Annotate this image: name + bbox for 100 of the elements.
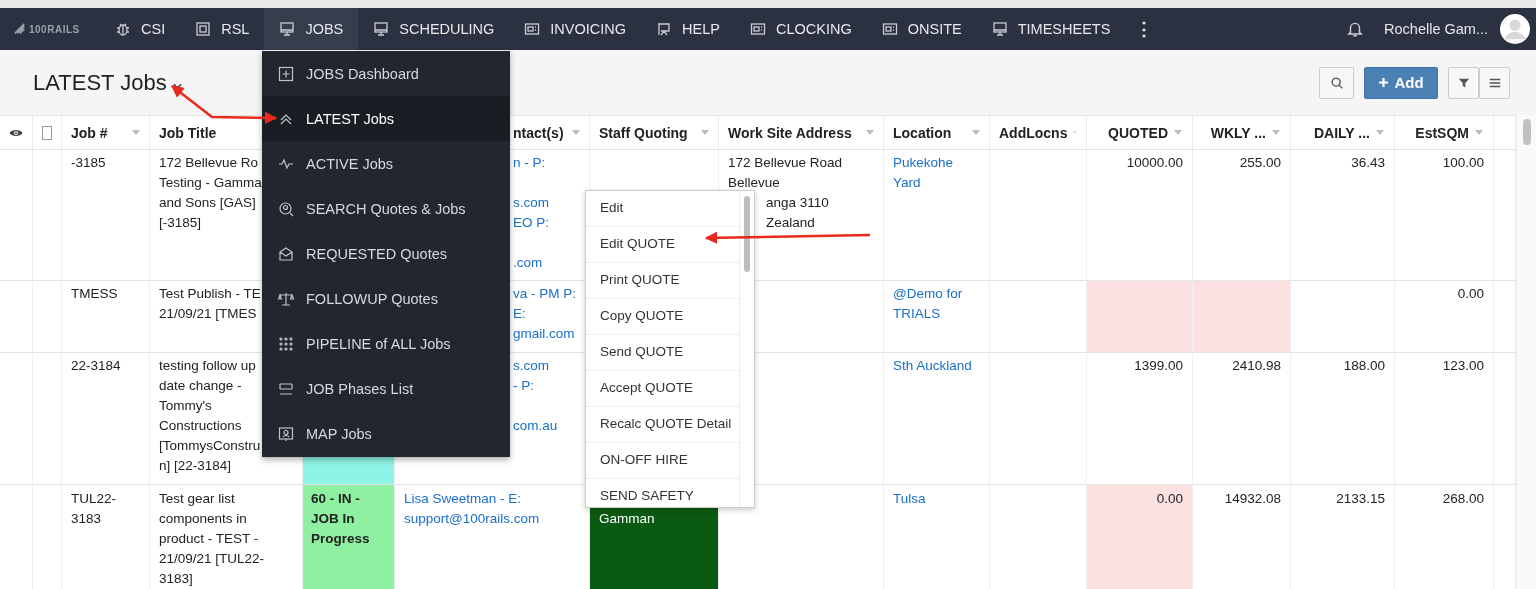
menu-item[interactable]: PIPELINE of ALL Jobs: [262, 321, 510, 366]
menu-item[interactable]: Accept QUOTE: [586, 371, 739, 407]
select-all-checkbox[interactable]: [42, 125, 52, 140]
caret-icon[interactable]: [172, 82, 182, 89]
contact-link[interactable]: - P:: [513, 376, 580, 396]
sort-caret-icon[interactable]: [701, 130, 709, 135]
menu-item[interactable]: Send QUOTE: [586, 335, 739, 371]
sort-caret-icon[interactable]: [972, 130, 980, 135]
menu-item[interactable]: Print QUOTE: [586, 263, 739, 299]
nav-tab[interactable]: HELP: [641, 8, 735, 50]
location-link[interactable]: @Demo for TRIALS: [893, 284, 980, 324]
job-title-text: Test gear list components in product - TEST - 21/09/21 [TUL22-3183]: [159, 490, 266, 588]
menu-item-icon: [278, 380, 294, 397]
sort-caret-icon[interactable]: [132, 130, 140, 135]
card-icon: [881, 21, 898, 37]
quoted-value: 10000.00: [1126, 155, 1183, 170]
weekly-value: 255.00: [1239, 155, 1281, 170]
contact-link[interactable]: va - PM P:: [513, 284, 580, 304]
job-title-text: date change -: [159, 377, 242, 395]
column-header[interactable]: Location: [893, 124, 952, 141]
eye-icon[interactable]: [9, 127, 23, 138]
plus-icon: [1378, 77, 1390, 88]
column-header[interactable]: ntact(s): [513, 124, 564, 141]
daily-value: 188.00: [1343, 358, 1385, 373]
column-header[interactable]: Job #: [71, 124, 108, 141]
filter-button[interactable]: [1448, 66, 1479, 99]
monitor-icon: [991, 21, 1008, 37]
menu-item[interactable]: MAP Jobs: [262, 411, 510, 456]
contact-link[interactable]: gmail.com: [513, 324, 580, 344]
column-header[interactable]: WKLY ...: [1210, 124, 1266, 141]
sort-caret-icon[interactable]: [1272, 130, 1280, 135]
menu-item[interactable]: SEND SAFETY: [586, 479, 739, 507]
job-title-text: Testing - Gamma: [159, 174, 262, 192]
status-cell: 60 - IN - JOB In Progress: [303, 485, 395, 589]
nav-tab[interactable]: JOBS: [264, 8, 359, 50]
card-icon: [749, 21, 766, 37]
sort-caret-icon[interactable]: [1376, 130, 1384, 135]
quoted-value: 0.00: [1156, 491, 1183, 506]
address-text: anga 3110: [765, 194, 829, 212]
menu-item[interactable]: SEARCH Quotes & Jobs: [262, 186, 510, 231]
nav-tab[interactable]: INVOICING: [509, 8, 642, 50]
column-header[interactable]: QUOTED: [1108, 124, 1168, 141]
easel-icon: [656, 21, 673, 37]
location-link[interactable]: Pukekohe Yard: [893, 153, 980, 193]
menu-item[interactable]: Edit QUOTE: [586, 227, 739, 263]
menu-item[interactable]: Recalc QUOTE Detail: [586, 407, 739, 443]
menu-item[interactable]: ACTIVE Jobs: [262, 141, 510, 186]
job-title-text: 21/09/21 [TMES: [159, 305, 257, 323]
bell-icon[interactable]: [1346, 20, 1365, 38]
menu-item[interactable]: Copy QUOTE: [586, 299, 739, 335]
search-button[interactable]: [1319, 66, 1354, 99]
contact-link[interactable]: EO P:: [513, 213, 580, 233]
scrollbar-thumb[interactable]: [1522, 119, 1531, 145]
nav-tab[interactable]: SCHEDULING: [358, 8, 510, 50]
sort-caret-icon[interactable]: [866, 130, 874, 135]
menu-item[interactable]: ON-OFF HIRE: [586, 443, 739, 479]
column-header[interactable]: Work Site Address: [728, 124, 852, 141]
menu-item[interactable]: REQUESTED Quotes: [262, 231, 510, 276]
column-header[interactable]: Job Title: [159, 124, 217, 141]
menu-item-icon: [278, 245, 294, 262]
nav-tab[interactable]: TIMESHEETS: [976, 8, 1126, 50]
add-button[interactable]: Add: [1364, 66, 1438, 99]
column-header[interactable]: Staff Quoting: [599, 124, 688, 141]
nav-tab[interactable]: CLOCKING: [734, 8, 867, 50]
menu-item[interactable]: JOB Phases List: [262, 366, 510, 411]
nav-tab[interactable]: CSI: [100, 8, 181, 50]
contact-link[interactable]: s.com: [513, 356, 580, 376]
nav-tab[interactable]: RSL: [180, 8, 265, 50]
estsqm-value: 123.00: [1442, 358, 1484, 373]
weekly-value: 14932.08: [1224, 491, 1281, 506]
location-link[interactable]: Tulsa: [893, 489, 980, 509]
contact-link[interactable]: com.au: [513, 416, 580, 436]
quoted-value: 1399.00: [1134, 358, 1183, 373]
column-header[interactable]: DAILY ...: [1313, 124, 1370, 141]
avatar-icon[interactable]: [1500, 14, 1530, 44]
menu-button[interactable]: [1479, 66, 1510, 99]
contact-link[interactable]: Lisa Sweetman - E: support@100rails.com: [404, 489, 580, 529]
menu-item[interactable]: FOLLOWUP Quotes: [262, 276, 510, 321]
menu-item[interactable]: JOBS Dashboard: [262, 51, 510, 96]
column-header[interactable]: AddLocns: [999, 124, 1068, 141]
scrollbar-thumb[interactable]: [744, 196, 750, 272]
location-link[interactable]: Sth Auckland: [893, 356, 980, 376]
contact-link[interactable]: s.com: [513, 193, 580, 213]
sort-caret-icon[interactable]: [1475, 130, 1483, 135]
logo-icon: [14, 23, 26, 35]
contact-link[interactable]: n - P:: [513, 153, 580, 173]
contact-link[interactable]: E:: [513, 304, 580, 324]
sort-caret-icon[interactable]: [572, 130, 580, 135]
sort-caret-icon[interactable]: [1174, 130, 1182, 135]
menu-item[interactable]: LATEST Jobs: [262, 96, 510, 141]
user-name[interactable]: Rochelle Gam...: [1384, 21, 1488, 37]
more-menu-button[interactable]: ⋮: [1125, 8, 1164, 50]
estsqm-value: 0.00: [1457, 286, 1484, 301]
job-title-text: and Sons [GAS]: [159, 194, 256, 212]
menu-item-icon: [278, 65, 294, 82]
contact-link[interactable]: .com: [513, 253, 580, 273]
nav-tab[interactable]: ONSITE: [866, 8, 977, 50]
column-header[interactable]: EstSQM: [1415, 124, 1469, 141]
menu-item[interactable]: Edit: [586, 191, 739, 227]
job-number: 22-3184: [71, 358, 121, 373]
